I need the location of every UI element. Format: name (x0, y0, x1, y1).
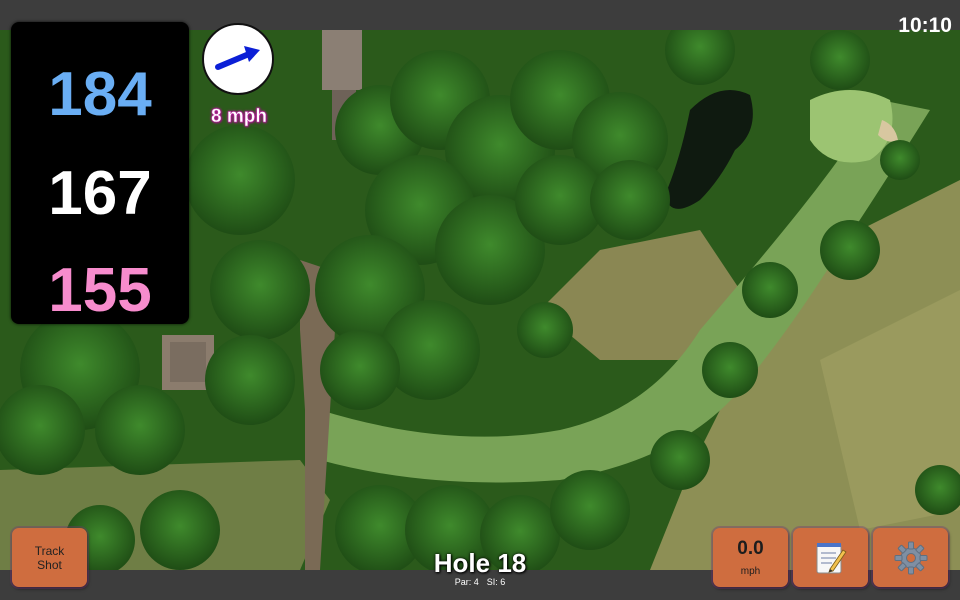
track-shot-label-line1: Track (34, 543, 65, 558)
notes-button[interactable] (793, 528, 868, 587)
notepad-icon (816, 543, 847, 574)
hole-title: Hole 18 (433, 548, 527, 578)
back-of-green-distance: 184 (48, 60, 152, 129)
hole-stroke-index: SI: 6 (486, 577, 506, 587)
track-shot-label-line2: Shot (37, 557, 62, 572)
wind-arrow-icon (215, 46, 260, 70)
speed-button[interactable]: 0.0 mph (713, 528, 788, 587)
wind-indicator (202, 23, 274, 95)
settings-button[interactable] (873, 528, 948, 587)
distance-panel[interactable]: 184 167 155 (11, 22, 189, 324)
speed-value: 0.0 (737, 538, 764, 559)
clock: 10:10 (898, 14, 952, 37)
speed-unit: mph (740, 566, 761, 577)
track-shot-button[interactable]: Track Shot (12, 528, 87, 587)
gear-icon (894, 541, 928, 575)
wind-speed-label: 8 mph (211, 106, 267, 127)
hole-info: Par: 4 SI: 6 (380, 577, 580, 587)
front-of-green-distance: 155 (48, 256, 152, 325)
middle-of-green-distance: 167 (48, 159, 152, 228)
hole-par: Par: 4 (454, 577, 479, 587)
